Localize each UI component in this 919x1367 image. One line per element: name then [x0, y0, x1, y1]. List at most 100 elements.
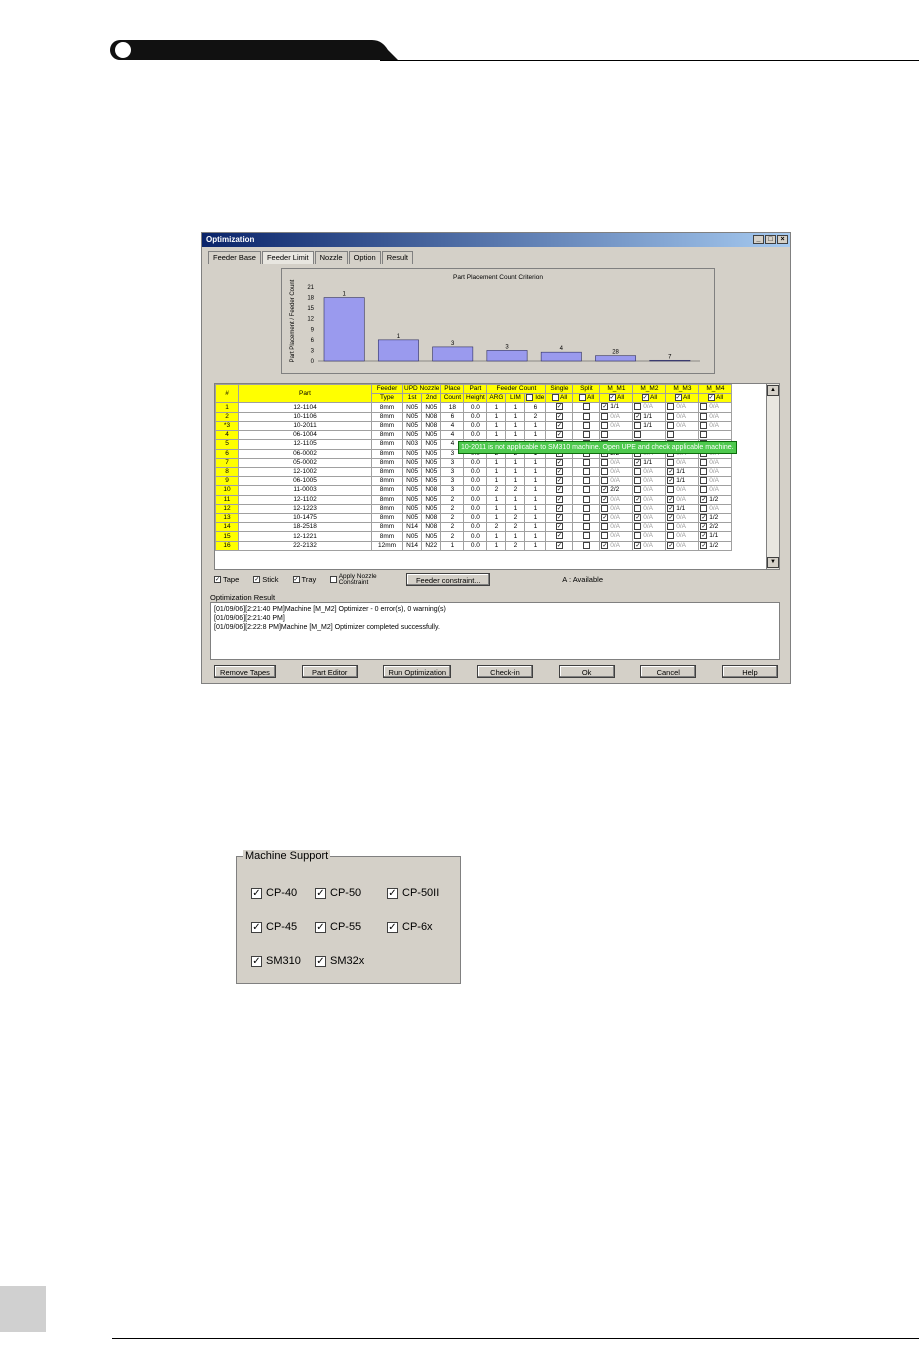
tab-nozzle[interactable]: Nozzle [314, 251, 348, 264]
cell-m3[interactable]: 0/A [665, 531, 700, 542]
table-row[interactable]: *310-20118mmN05N0840.0111 0/A 1/1 0/A 0/… [215, 420, 733, 432]
split-checkbox[interactable] [582, 486, 590, 494]
row-number[interactable]: 16 [215, 540, 239, 551]
split-checkbox[interactable] [582, 421, 590, 429]
cp-50ii-checkbox[interactable]: CP-50II [387, 887, 439, 899]
row-number[interactable]: 10 [215, 485, 239, 496]
split-checkbox[interactable] [582, 431, 590, 439]
maximize-button[interactable]: □ [765, 235, 776, 244]
split-checkbox[interactable] [582, 477, 590, 485]
single-checkbox[interactable] [555, 523, 563, 531]
close-button[interactable]: × [777, 235, 788, 244]
tab-feeder-base[interactable]: Feeder Base [208, 251, 261, 264]
table-row[interactable]: 1512-12218mmN05N0520.0111 0/A 0/A 0/A 1/… [215, 531, 733, 542]
cell-m4[interactable]: 0/A [698, 503, 733, 515]
single-checkbox[interactable] [555, 486, 563, 494]
row-number[interactable]: 7 [215, 457, 239, 468]
cell-m1[interactable]: 0/A [599, 420, 634, 432]
single-checkbox[interactable] [555, 412, 563, 420]
cell-m2[interactable]: 0/A [632, 522, 667, 533]
cell-m4[interactable]: 1/1 [698, 531, 733, 542]
split-checkbox[interactable] [582, 467, 590, 475]
cell-m4[interactable]: 2/2 [698, 522, 733, 533]
table-row[interactable]: 1011-00038mmN05N0830.0221 2/2 0/A 0/A 0/… [215, 485, 733, 496]
m3-all[interactable]: All [665, 393, 700, 404]
cp-40-checkbox[interactable]: CP-40 [251, 887, 297, 899]
cell-m4[interactable]: 1/2 [698, 540, 733, 551]
cell-m1[interactable]: 0/A [599, 476, 634, 487]
feeder-constraint-button[interactable]: Feeder constraint... [406, 573, 491, 586]
cell-m1[interactable] [599, 430, 634, 441]
cell-m2[interactable]: 1/1 [632, 411, 667, 422]
single-checkbox[interactable] [555, 421, 563, 429]
cell-split[interactable] [572, 494, 601, 505]
minimize-button[interactable]: _ [753, 235, 764, 244]
tab-result[interactable]: Result [381, 251, 413, 264]
cell-m4[interactable]: 0/A [698, 420, 733, 432]
cell-m2[interactable]: 1/1 [632, 457, 667, 468]
part-editor-button[interactable]: Part Editor [301, 665, 358, 678]
cell-m2[interactable]: 1/1 [632, 420, 667, 432]
cell-m3[interactable]: 1/1 [665, 476, 700, 487]
cell-split[interactable] [572, 540, 601, 551]
split-checkbox[interactable] [582, 504, 590, 512]
cell-m2[interactable]: 0/A [632, 540, 667, 551]
cell-split[interactable] [572, 466, 601, 478]
cell-single[interactable] [545, 430, 574, 441]
col-ide[interactable]: Ide [524, 393, 547, 404]
m4-all[interactable]: All [698, 393, 733, 404]
cell-single[interactable] [545, 540, 574, 551]
cell-split[interactable] [572, 411, 601, 422]
split-checkbox[interactable] [582, 541, 590, 549]
table-row[interactable]: 1212-12238mmN05N0520.0111 0/A 0/A 1/1 0/… [215, 503, 733, 515]
row-number[interactable]: 6 [215, 448, 239, 459]
tab-option[interactable]: Option [348, 251, 381, 264]
cell-single[interactable] [545, 513, 574, 524]
cell-single[interactable] [545, 457, 574, 468]
cell-split[interactable] [572, 485, 601, 496]
cell-m3[interactable]: 0/A [665, 540, 700, 551]
scroll-up-button[interactable]: ▲ [767, 385, 779, 396]
single-checkbox[interactable] [555, 504, 563, 512]
sm32x-checkbox[interactable]: SM32x [315, 955, 364, 967]
cell-single[interactable] [545, 411, 574, 422]
tray-checkbox[interactable]: Tray [292, 575, 316, 584]
row-number[interactable]: 13 [215, 513, 239, 524]
grid-scrollbar[interactable]: ▲ ▼ [766, 384, 779, 569]
cell-m1[interactable]: 0/A [599, 522, 634, 533]
cell-m2[interactable]: 0/A [632, 466, 667, 478]
row-number[interactable]: *3 [215, 420, 239, 432]
cell-m2[interactable] [632, 430, 667, 441]
ok-button[interactable]: Ok [558, 665, 615, 678]
table-row[interactable]: 1622-213212mmN14N2210.0121 0/A 0/A 0/A 1… [215, 540, 733, 551]
split-checkbox[interactable] [582, 458, 590, 466]
split-all[interactable]: All [572, 393, 601, 404]
stick-checkbox[interactable]: Stick [253, 575, 279, 584]
split-checkbox[interactable] [582, 523, 590, 531]
single-checkbox[interactable] [555, 495, 563, 503]
cell-m4[interactable] [698, 430, 733, 441]
cell-split[interactable] [572, 420, 601, 432]
m1-all[interactable]: All [599, 393, 634, 404]
cell-m1[interactable]: 0/A [599, 494, 634, 505]
cell-single[interactable] [545, 402, 574, 413]
cell-m3[interactable]: 0/A [665, 494, 700, 505]
row-number[interactable]: 9 [215, 476, 239, 487]
table-row[interactable]: 906-10058mmN05N0530.0111 0/A 0/A 1/1 0/A [215, 476, 733, 487]
cell-split[interactable] [572, 531, 601, 542]
single-checkbox[interactable] [555, 541, 563, 549]
row-number[interactable]: 15 [215, 531, 239, 542]
cell-m1[interactable]: 0/A [599, 513, 634, 524]
cell-single[interactable] [545, 494, 574, 505]
single-checkbox[interactable] [555, 467, 563, 475]
cell-m2[interactable]: 0/A [632, 485, 667, 496]
cell-single[interactable] [545, 420, 574, 432]
cell-single[interactable] [545, 522, 574, 533]
cell-m4[interactable]: 0/A [698, 476, 733, 487]
cell-m1[interactable]: 0/A [599, 411, 634, 422]
cell-m3[interactable]: 1/1 [665, 466, 700, 478]
cp-55-checkbox[interactable]: CP-55 [315, 921, 361, 933]
cell-m2[interactable]: 0/A [632, 402, 667, 413]
split-checkbox[interactable] [582, 495, 590, 503]
cell-m1[interactable]: 0/A [599, 466, 634, 478]
